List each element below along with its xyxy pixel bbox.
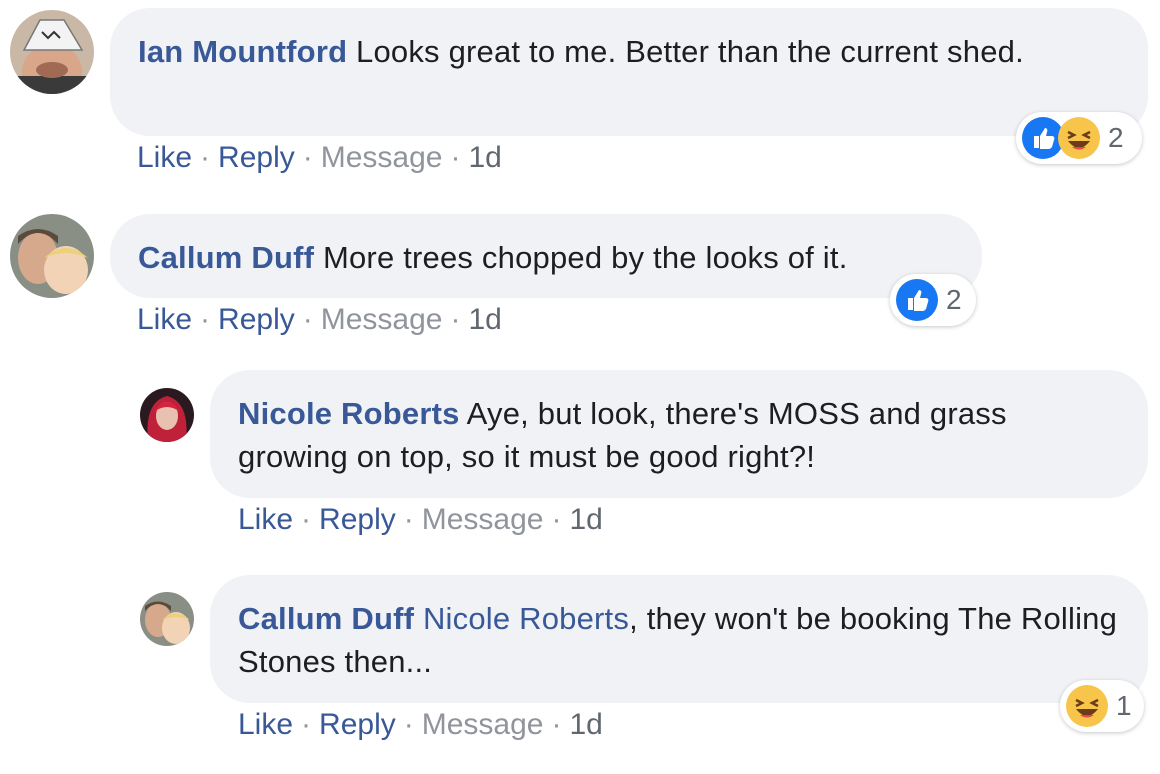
haha-icon (1066, 685, 1108, 727)
reaction-count: 2 (1108, 122, 1124, 153)
reaction-count: 1 (1116, 690, 1132, 721)
reply-actions: Like · Reply · Message · 1d (238, 705, 603, 745)
haha-icon (1058, 117, 1100, 159)
separator: · (450, 303, 461, 336)
separator: · (403, 708, 414, 741)
mention-link[interactable]: Nicole Roberts (423, 601, 629, 636)
avatar[interactable] (10, 10, 94, 94)
reaction-count: 2 (946, 284, 962, 315)
avatar[interactable] (10, 214, 94, 298)
avatar[interactable] (140, 388, 194, 442)
reply-button[interactable]: Reply (218, 141, 295, 174)
comment-text: More trees chopped by the looks of it. (314, 240, 848, 275)
comment-author[interactable]: Callum Duff (138, 240, 314, 275)
reply-bubble: Callum Duff Nicole Roberts, they won't b… (210, 575, 1148, 703)
comment-text: Looks great to me. Better than the curre… (347, 34, 1024, 69)
separator: · (200, 303, 211, 336)
avatar-nicole-image (140, 388, 194, 442)
like-icon (896, 279, 938, 321)
avatar-ian-image (10, 10, 94, 94)
reaction-summary[interactable]: 2 (1016, 112, 1142, 164)
comment-bubble: Callum Duff More trees chopped by the lo… (110, 214, 982, 298)
reaction-summary[interactable]: 1 (1060, 680, 1144, 732)
timestamp[interactable]: 1d (569, 708, 602, 741)
timestamp[interactable]: 1d (569, 503, 602, 536)
timestamp[interactable]: 1d (468, 303, 501, 336)
like-button[interactable]: Like (238, 503, 293, 536)
reply-button[interactable]: Reply (319, 503, 396, 536)
like-button[interactable]: Like (137, 303, 192, 336)
message-button[interactable]: Message (422, 503, 544, 536)
avatar[interactable] (140, 592, 194, 646)
message-button[interactable]: Message (321, 303, 443, 336)
avatar-callum-image (10, 214, 94, 298)
separator: · (551, 503, 562, 536)
separator: · (200, 141, 211, 174)
separator: · (302, 303, 313, 336)
message-button[interactable]: Message (422, 708, 544, 741)
separator: · (302, 141, 313, 174)
comment-actions: Like · Reply · Message · 1d (137, 138, 502, 178)
reply-button[interactable]: Reply (319, 708, 396, 741)
comment-actions: Like · Reply · Message · 1d (137, 300, 502, 340)
reply-author[interactable]: Callum Duff (238, 601, 414, 636)
timestamp[interactable]: 1d (468, 141, 501, 174)
separator: · (551, 708, 562, 741)
comment-author[interactable]: Ian Mountford (138, 34, 347, 69)
like-button[interactable]: Like (137, 141, 192, 174)
reply-bubble: Nicole Roberts Aye, but look, there's MO… (210, 370, 1148, 498)
separator: · (301, 708, 312, 741)
like-button[interactable]: Like (238, 708, 293, 741)
reply-button[interactable]: Reply (218, 303, 295, 336)
message-button[interactable]: Message (321, 141, 443, 174)
separator: · (403, 503, 414, 536)
avatar-callum-image (140, 592, 194, 646)
reaction-summary[interactable]: 2 (890, 274, 976, 326)
comment-bubble: Ian Mountford Looks great to me. Better … (110, 8, 1148, 136)
separator: · (450, 141, 461, 174)
reply-author[interactable]: Nicole Roberts (238, 396, 460, 431)
reply-actions: Like · Reply · Message · 1d (238, 500, 603, 540)
separator: · (301, 503, 312, 536)
